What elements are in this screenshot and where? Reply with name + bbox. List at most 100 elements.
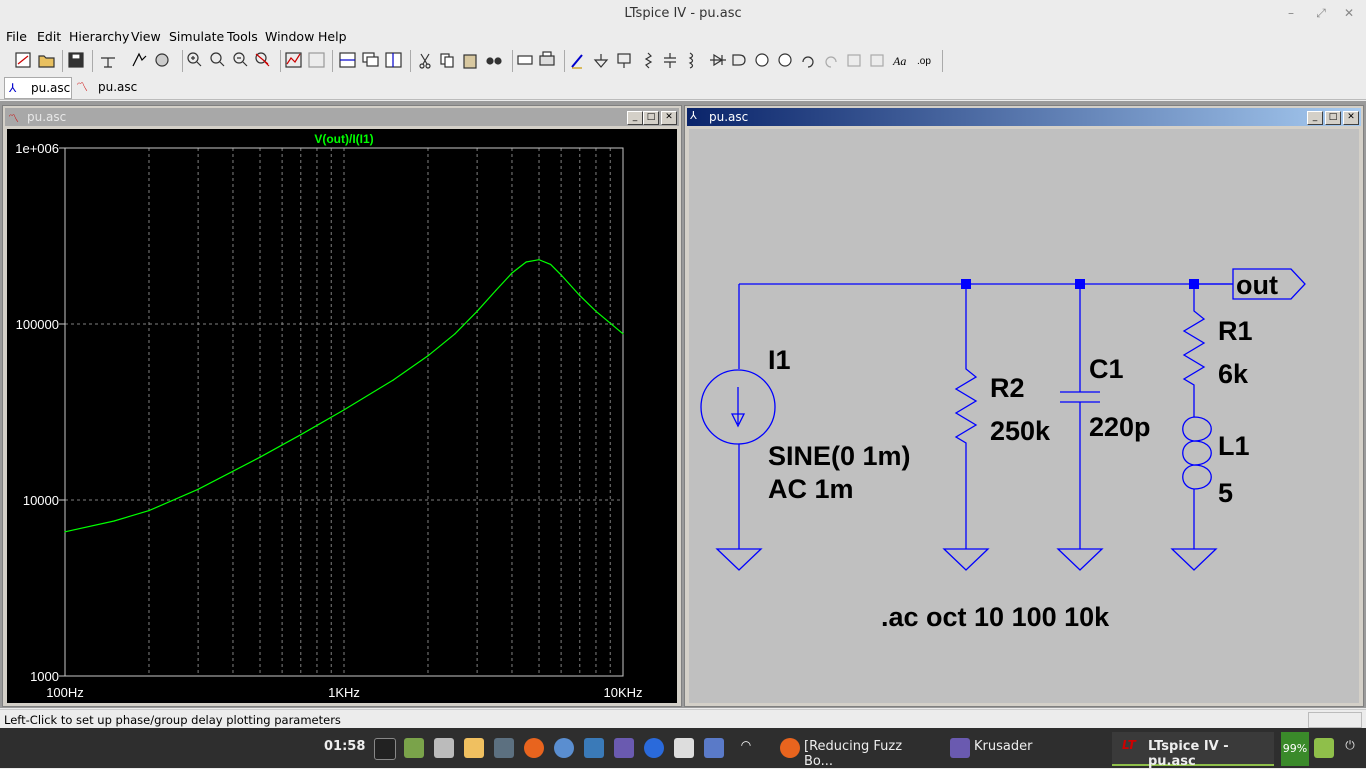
task-firefox[interactable]: [Reducing Fuzz Bo...: [776, 734, 926, 769]
ground-icon[interactable]: [942, 548, 990, 571]
task-krusader[interactable]: Krusader: [946, 734, 1096, 762]
tab-schematic[interactable]: ⅄ pu.asc: [4, 77, 72, 99]
r2-value-label[interactable]: 250k: [990, 416, 1051, 446]
maximize-icon[interactable]: □: [1325, 111, 1341, 125]
i1-name-label[interactable]: I1: [768, 345, 791, 375]
print-icon[interactable]: [539, 51, 555, 66]
menu-simulate[interactable]: Simulate: [169, 29, 224, 44]
ground-icon[interactable]: [1056, 548, 1104, 571]
plot-window[interactable]: 〽 pu.asc _ □ ✕ 1e+006 100000 10000 1000 100H…: [2, 105, 682, 707]
resistor-icon[interactable]: [644, 52, 653, 69]
print-preview-icon[interactable]: [517, 55, 533, 65]
schematic-canvas[interactable]: I1 SINE(0 1m) AC 1m R2 250k C1 220p R1 6…: [689, 129, 1359, 703]
autorange-icon[interactable]: [285, 52, 302, 68]
l1-name-label[interactable]: L1: [1218, 431, 1250, 461]
spice-directive-icon[interactable]: .op: [917, 56, 931, 67]
krusader-icon[interactable]: [614, 738, 634, 758]
diode-icon[interactable]: [710, 53, 726, 67]
r1-name-label[interactable]: R1: [1218, 316, 1253, 346]
i1-value-sine[interactable]: SINE(0 1m): [768, 441, 911, 471]
new-schematic-icon[interactable]: [15, 52, 31, 68]
paste-icon[interactable]: [463, 54, 477, 69]
menu-help[interactable]: Help: [318, 29, 347, 44]
zoom-out-icon[interactable]: [233, 52, 248, 67]
spice-directive[interactable]: .ac oct 10 100 10k: [881, 602, 1110, 632]
text-icon[interactable]: Aa: [892, 54, 906, 68]
ground-icon[interactable]: [593, 54, 609, 68]
folder-icon[interactable]: [404, 738, 424, 758]
drag-hand-icon[interactable]: [778, 53, 792, 67]
l1-value-label[interactable]: 5: [1218, 478, 1233, 508]
move-hand-icon[interactable]: [755, 53, 769, 67]
undo-icon[interactable]: [802, 56, 814, 68]
close-icon[interactable]: ✕: [1340, 4, 1358, 22]
wifi-icon[interactable]: ◠: [736, 738, 756, 758]
c1-name-label[interactable]: C1: [1089, 354, 1124, 384]
minimize-icon[interactable]: _: [1307, 111, 1323, 125]
clock[interactable]: 01:58: [324, 739, 365, 754]
menu-view[interactable]: View: [131, 29, 161, 44]
close-icon[interactable]: ✕: [1343, 111, 1359, 125]
redo-icon[interactable]: [825, 56, 837, 68]
schematic-window[interactable]: ⅄ pu.asc _ □ ✕ I1 SINE(0 1m) AC 1m R2 25…: [684, 105, 1364, 707]
ground-icon[interactable]: [1170, 548, 1218, 571]
rotate-icon[interactable]: [847, 54, 861, 67]
add-trace-icon[interactable]: [308, 52, 325, 68]
firefox-icon[interactable]: [524, 738, 544, 758]
cascade-icon[interactable]: [362, 52, 379, 67]
i1-value-ac[interactable]: AC 1m: [768, 474, 854, 504]
label-net-icon[interactable]: [617, 53, 631, 68]
menu-window[interactable]: Window: [265, 29, 314, 44]
mail-icon[interactable]: [704, 738, 724, 758]
tab-waveform[interactable]: 〽 pu.asc: [74, 77, 137, 97]
close-icon[interactable]: ✕: [661, 111, 677, 125]
menu-file[interactable]: File: [6, 29, 27, 44]
restore-icon[interactable]: ⤢: [1312, 4, 1330, 22]
browser-icon[interactable]: [554, 738, 574, 758]
halt-hand-icon[interactable]: [155, 53, 169, 67]
find-icon[interactable]: [486, 57, 502, 65]
r2-name-label[interactable]: R2: [990, 373, 1025, 403]
bluetooth-icon[interactable]: [644, 738, 664, 758]
scope-icon[interactable]: [584, 738, 604, 758]
r1-value-label[interactable]: 6k: [1218, 359, 1249, 389]
cut-icon[interactable]: [419, 53, 431, 69]
open-folder-icon[interactable]: [38, 55, 55, 68]
mirror-icon[interactable]: [870, 54, 884, 67]
zoom-pan-icon[interactable]: [210, 52, 225, 67]
battery-indicator[interactable]: 99%: [1281, 732, 1309, 766]
component-icon[interactable]: [732, 54, 746, 66]
tile-horizontal-icon[interactable]: [339, 52, 356, 68]
control-panel-icon[interactable]: [101, 57, 115, 68]
inductor-l1[interactable]: [1182, 416, 1212, 490]
menu-edit[interactable]: Edit: [37, 29, 61, 44]
power-icon[interactable]: ⏻: [1340, 738, 1360, 758]
tile-vertical-icon[interactable]: [385, 52, 402, 68]
inductor-icon[interactable]: [688, 52, 694, 69]
plot-window-titlebar[interactable]: 〽 pu.asc _ □ ✕: [5, 108, 679, 126]
zoom-fit-icon[interactable]: [255, 52, 270, 67]
draw-wire-icon[interactable]: [571, 54, 583, 69]
capacitor-icon[interactable]: [664, 53, 676, 68]
zoom-in-icon[interactable]: [187, 52, 202, 67]
window-icon[interactable]: [494, 738, 514, 758]
copy-icon[interactable]: [440, 53, 454, 68]
schematic-window-titlebar[interactable]: ⅄ pu.asc _ □ ✕: [687, 108, 1361, 126]
maximize-icon[interactable]: □: [643, 111, 659, 125]
ground-icon[interactable]: [715, 548, 763, 571]
settings-icon[interactable]: [434, 738, 454, 758]
waveform-plot[interactable]: 1e+006 100000 10000 1000100Hz 1KHz 10KHz V(out…: [7, 129, 677, 703]
menu-hierarchy[interactable]: Hierarchy: [69, 29, 129, 44]
resistor-r1[interactable]: [1182, 284, 1206, 417]
camera-icon[interactable]: [674, 738, 694, 758]
task-ltspice[interactable]: LT LTspice IV - pu.asc: [1112, 732, 1274, 769]
resistor-r2[interactable]: [954, 284, 978, 549]
minimize-icon[interactable]: –: [1282, 4, 1300, 22]
menu-tools[interactable]: Tools: [227, 29, 258, 44]
minimize-icon[interactable]: _: [627, 111, 643, 125]
run-icon[interactable]: [132, 52, 147, 67]
net-label-out[interactable]: out: [1236, 270, 1278, 300]
mint-menu-icon[interactable]: [1314, 738, 1334, 758]
terminal-icon[interactable]: [374, 738, 396, 760]
save-icon[interactable]: [68, 52, 84, 68]
